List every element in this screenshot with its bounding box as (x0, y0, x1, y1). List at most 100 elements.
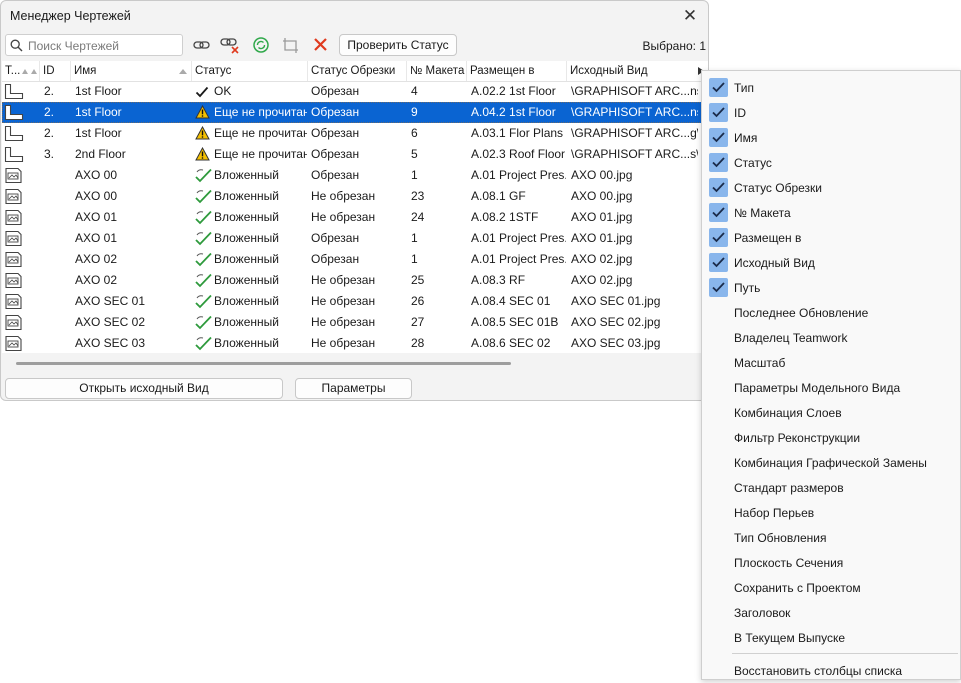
table-row[interactable]: AXO SEC 03 Вложенный Не обрезан 28 A.08.6 SE… (2, 333, 708, 353)
cell-clip: Обрезан (311, 168, 360, 182)
cell-id (44, 186, 70, 207)
column-header-source-view[interactable]: Исходный Вид (567, 61, 708, 81)
menu-item-label: Набор Перьев (734, 506, 815, 520)
parameters-button[interactable]: Параметры (295, 378, 412, 399)
cell-name: AXO 01 (75, 210, 118, 224)
floor-plan-icon (4, 102, 34, 125)
cell-name: AXO SEC 02 (75, 315, 146, 329)
menu-item-label: Тип (734, 81, 755, 95)
menu-item[interactable]: Масштаб (706, 350, 958, 375)
menu-item[interactable]: Набор Перьев (706, 500, 958, 525)
table-row[interactable]: AXO 00 Вложенный Обрезан 1 A.01 Project Pres… (2, 165, 708, 186)
menu-item[interactable]: Размещен в (706, 225, 958, 250)
search-box[interactable] (5, 34, 183, 56)
check-status-button[interactable]: Проверить Статус (339, 34, 457, 56)
link-icon[interactable] (191, 35, 213, 55)
menu-item[interactable]: Последнее Обновление (706, 300, 958, 325)
cell-name: AXO SEC 03 (75, 336, 146, 350)
cell-layout: 4 (411, 84, 418, 98)
cell-source: \GRAPHISOFT ARC...g\2. (571, 126, 698, 140)
table-row[interactable]: AXO 00 Вложенный Не обрезан 23 A.08.1 GF AXO … (2, 186, 708, 207)
menu-item[interactable]: Стандарт размеров (706, 475, 958, 500)
column-header-name[interactable]: Имя (71, 61, 192, 81)
unlink-icon[interactable] (219, 35, 241, 55)
menu-item[interactable]: Имя (706, 125, 958, 150)
table-row[interactable]: 3. 2nd Floor Еще не прочитан Обрезан 5 A.02.3… (2, 144, 708, 165)
cell-layout: 27 (411, 315, 425, 329)
column-visibility-menu: Тип ID Имя Статус Статус Обрезки № Макета Разм… (701, 70, 961, 680)
menu-item[interactable]: В Текущем Выпуске (706, 625, 958, 650)
column-header-id[interactable]: ID (40, 61, 71, 81)
menu-item[interactable]: ID (706, 100, 958, 125)
menu-item-label: Стандарт размеров (734, 481, 844, 495)
menu-item[interactable]: № Макета (706, 200, 958, 225)
cell-layout: 5 (411, 147, 418, 161)
refresh-icon[interactable] (250, 35, 272, 55)
column-header-type[interactable]: Т... (2, 61, 40, 81)
table-row[interactable]: 2. 1st Floor Еще не прочитан Обрезан 9 A.04.2… (2, 102, 708, 123)
sort-up-icon (179, 69, 187, 74)
column-header-placed-in[interactable]: Размещен в (467, 61, 567, 81)
cell-name: AXO 00 (75, 168, 118, 182)
menu-item[interactable]: Сохранить с Проектом (706, 575, 958, 600)
menu-item-label: Сохранить с Проектом (734, 581, 861, 595)
cell-clip: Обрезан (311, 126, 360, 140)
cell-name: AXO 01 (75, 231, 118, 245)
cell-status: Вложенный (214, 336, 279, 350)
table-row[interactable]: AXO SEC 01 Вложенный Не обрезан 26 A.08.4 SE… (2, 291, 708, 312)
cell-clip: Обрезан (311, 231, 360, 245)
crop-icon[interactable] (280, 35, 302, 55)
search-icon (10, 39, 23, 52)
cell-layout: 28 (411, 336, 425, 350)
menu-item[interactable]: Тип (706, 75, 958, 100)
cell-placed: A.02.3 Roof Floor (471, 147, 566, 161)
menu-item[interactable]: Комбинация Графической Замены (706, 450, 958, 475)
cell-placed: A.08.3 RF (471, 273, 526, 287)
menu-item[interactable]: Комбинация Слоев (706, 400, 958, 425)
menu-item[interactable]: Владелец Teamwork (706, 325, 958, 350)
menu-item[interactable]: Фильтр Реконструкции (706, 425, 958, 450)
cell-id (44, 270, 70, 291)
menu-item[interactable]: Статус Обрезки (706, 175, 958, 200)
search-input[interactable] (26, 37, 180, 55)
table-row[interactable]: AXO 02 Вложенный Не обрезан 25 A.08.3 RF AXO … (2, 270, 708, 291)
close-icon[interactable]: ✕ (680, 6, 700, 26)
table-row[interactable]: AXO SEC 02 Вложенный Не обрезан 27 A.08.5 SE… (2, 312, 708, 333)
menu-item[interactable]: Параметры Модельного Вида (706, 375, 958, 400)
menu-item-label: Имя (734, 131, 758, 145)
table-row[interactable]: 2. 1st Floor Еще не прочитан Обрезан 6 A.03.1… (2, 123, 708, 144)
menu-item[interactable]: Путь (706, 275, 958, 300)
cell-status: Вложенный (214, 168, 279, 182)
drawings-table: Т... ID Имя Статус Статус Обрезки № Маке… (2, 61, 708, 353)
menu-item[interactable]: Заголовок (706, 600, 958, 625)
delete-icon[interactable] (310, 35, 332, 55)
cell-id: 3. (44, 147, 55, 161)
column-header-status[interactable]: Статус (192, 61, 308, 81)
menu-item[interactable]: Тип Обновления (706, 525, 958, 550)
cell-layout: 6 (411, 126, 418, 140)
cell-layout: 25 (411, 273, 425, 287)
floor-plan-icon (4, 144, 34, 167)
menu-item[interactable]: Статус (706, 150, 958, 175)
cell-source: AXO 02.jpg (571, 252, 633, 266)
image-file-icon (4, 228, 34, 251)
menu-item[interactable]: Плоскость Сечения (706, 550, 958, 575)
cell-clip: Не обрезан (311, 189, 376, 203)
menu-item[interactable]: Исходный Вид (706, 250, 958, 275)
column-header-layout-number[interactable]: № Макета (407, 61, 467, 81)
image-file-icon (4, 291, 34, 314)
cell-placed: A.01 Project Pres... (471, 168, 566, 182)
reset-columns-menu-item[interactable]: Восстановить столбцы списка (706, 658, 958, 683)
table-row[interactable]: 2. 1st Floor OK Обрезан 4 A.02.2 1st Floor \GR… (2, 81, 708, 102)
table-row[interactable]: AXO 01 Вложенный Обрезан 1 A.01 Project Pres… (2, 228, 708, 249)
table-row[interactable]: AXO 01 Вложенный Не обрезан 24 A.08.2 1STF AX… (2, 207, 708, 228)
cell-status: Вложенный (214, 315, 279, 329)
floor-plan-icon (4, 81, 34, 104)
column-header-clip-status[interactable]: Статус Обрезки (308, 61, 407, 81)
column-label: Имя (74, 65, 97, 77)
table-row[interactable]: AXO 02 Вложенный Обрезан 1 A.01 Project Pres… (2, 249, 708, 270)
cell-name: AXO SEC 01 (75, 294, 146, 308)
open-source-view-button[interactable]: Открыть исходный Вид (5, 378, 283, 399)
horizontal-scrollbar[interactable] (16, 362, 511, 365)
cell-status: Еще не прочитан (214, 126, 307, 140)
